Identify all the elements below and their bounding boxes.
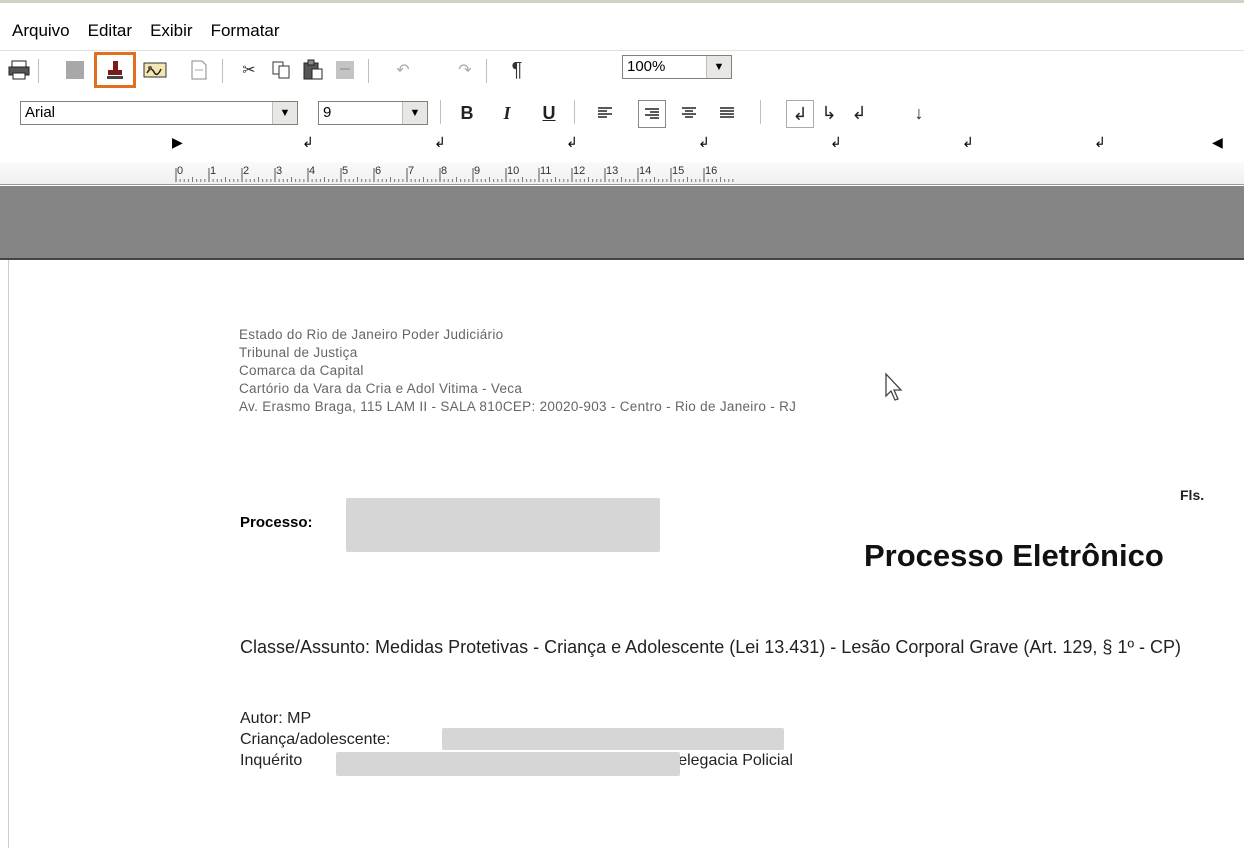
- ruler-number: 13: [606, 165, 618, 177]
- undo-icon[interactable]: ↶: [390, 57, 416, 83]
- tab-stop[interactable]: ↲: [830, 134, 842, 151]
- align-center-icon[interactable]: [676, 100, 702, 126]
- menu-exibir[interactable]: Exibir: [142, 21, 203, 41]
- font-size-value: 9: [323, 104, 332, 121]
- processo-label: Processo:: [240, 514, 313, 531]
- ruler-number: 11: [540, 165, 551, 177]
- header-line: Av. Erasmo Braga, 115 LAM II - SALA 810C…: [239, 399, 797, 414]
- ruler-number: 14: [639, 165, 651, 177]
- copy-icon[interactable]: [268, 57, 294, 83]
- tab-stop[interactable]: ↲: [698, 134, 710, 151]
- tab-left-icon[interactable]: ↲: [786, 100, 814, 128]
- paste-icon[interactable]: [300, 57, 326, 83]
- ruler-number: 15: [672, 165, 684, 177]
- signature-icon[interactable]: [142, 57, 168, 83]
- redacted-crianca: [442, 728, 784, 750]
- header-line: Tribunal de Justiça: [239, 345, 358, 360]
- header-line: Cartório da Vara da Cria e Adol Vitima -…: [239, 381, 523, 396]
- page-gutter: [0, 186, 1244, 260]
- align-right-icon[interactable]: [638, 100, 666, 128]
- blank-icon[interactable]: [62, 57, 88, 83]
- ruler-number: 4: [309, 165, 315, 177]
- right-indent-marker[interactable]: ◀: [1212, 134, 1223, 151]
- bold-button[interactable]: B: [454, 100, 480, 126]
- tab-center-icon[interactable]: ↲: [846, 100, 872, 126]
- autor-line: Autor: MP: [240, 710, 312, 727]
- redo-icon[interactable]: ↷: [452, 57, 478, 83]
- paste-special-icon[interactable]: [332, 57, 358, 83]
- tab-stop[interactable]: ↲: [302, 134, 314, 151]
- align-justify-icon[interactable]: [714, 100, 740, 126]
- menu-formatar[interactable]: Formatar: [203, 21, 290, 41]
- ruler-number: 5: [342, 165, 348, 177]
- court-header: Estado do Rio de Janeiro Poder Judiciári…: [239, 326, 796, 416]
- underline-button[interactable]: U: [536, 100, 562, 126]
- chevron-down-icon[interactable]: ▼: [402, 102, 427, 124]
- stamp-icon[interactable]: [94, 52, 136, 88]
- ruler-ticks: 0 1 2 3 4 5 6 7 8 9 10 11 12 13 14 15 16: [175, 165, 734, 182]
- tab-stops-row: ▶ ↲ ↲ ↲ ↲ ↲ ↲ ↲ ◀: [0, 132, 1244, 154]
- font-value: Arial: [25, 104, 56, 121]
- mouse-pointer-icon: [884, 372, 906, 407]
- ruler-number: 12: [573, 165, 585, 177]
- font-size-select[interactable]: 9 ▼: [318, 101, 428, 125]
- ruler-number: 2: [243, 165, 249, 177]
- tab-decimal-icon[interactable]: ↓: [906, 100, 932, 126]
- header-line: Comarca da Capital: [239, 363, 364, 378]
- zoom-select[interactable]: 100% ▼: [622, 55, 732, 79]
- print-icon[interactable]: [6, 57, 32, 83]
- menu-bar: Arquivo Editar Exibir Formatar: [0, 16, 1244, 46]
- redacted-processo: [346, 498, 660, 552]
- header-line: Estado do Rio de Janeiro Poder Judiciári…: [239, 327, 504, 342]
- menu-editar[interactable]: Editar: [80, 21, 142, 41]
- tab-stop[interactable]: ↲: [962, 134, 974, 151]
- ruler-number: 10: [507, 165, 519, 177]
- ruler-number: 8: [441, 165, 447, 177]
- align-left-icon[interactable]: [592, 100, 618, 126]
- document-icon[interactable]: [186, 57, 212, 83]
- ruler-number: 16: [705, 165, 717, 177]
- document-title: Processo Eletrônico: [864, 538, 1164, 573]
- fls-label: Fls.: [1180, 487, 1205, 503]
- pilcrow-icon[interactable]: ¶: [504, 57, 530, 83]
- tab-stop[interactable]: ↲: [566, 134, 578, 151]
- cut-icon[interactable]: ✂: [236, 57, 262, 83]
- tab-stop[interactable]: ↲: [1094, 134, 1106, 151]
- chevron-down-icon[interactable]: ▼: [706, 56, 731, 78]
- chevron-down-icon[interactable]: ▼: [272, 102, 297, 124]
- ruler-number: 3: [276, 165, 282, 177]
- tab-right-icon[interactable]: ↳: [816, 100, 842, 126]
- left-indent-marker[interactable]: ▶: [172, 134, 183, 151]
- ruler-number: 1: [210, 165, 216, 177]
- zoom-value: 100%: [627, 58, 666, 75]
- classe-assunto: Classe/Assunto: Medidas Protetivas - Cri…: [240, 637, 1182, 657]
- menu-arquivo[interactable]: Arquivo: [0, 21, 80, 41]
- ruler[interactable]: 0 1 2 3 4 5 6 7 8 9 10 11 12 13 14 15 16: [0, 162, 1244, 185]
- ruler-number: 7: [408, 165, 414, 177]
- tab-stop[interactable]: ↲: [434, 134, 446, 151]
- italic-button[interactable]: I: [494, 100, 520, 126]
- ruler-number: 9: [474, 165, 480, 177]
- redacted-inquerito: [336, 752, 680, 776]
- ruler-number: 0: [177, 165, 183, 177]
- font-select[interactable]: Arial ▼: [20, 101, 298, 125]
- ruler-number: 6: [375, 165, 381, 177]
